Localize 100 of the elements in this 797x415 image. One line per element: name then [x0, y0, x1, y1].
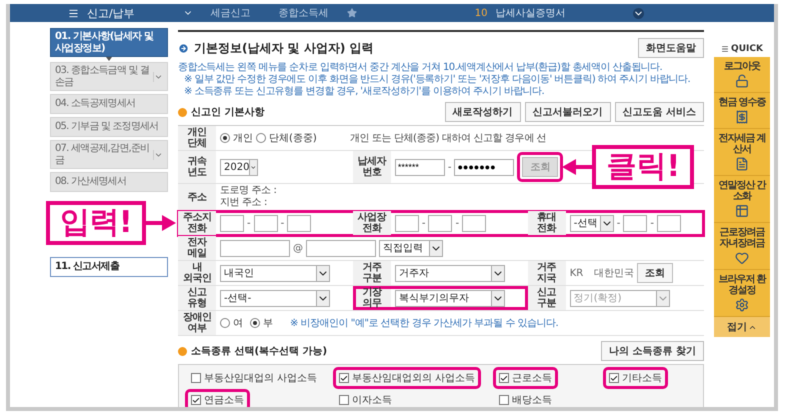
- field-label: 거주 지국: [528, 260, 566, 286]
- text-field[interactable]: [287, 214, 312, 232]
- menu-icon[interactable]: [68, 8, 79, 18]
- field-label: 개인 단체: [178, 126, 216, 150]
- collapse-button[interactable]: 접기: [714, 317, 770, 337]
- breadcrumb-link[interactable]: 세금신고: [200, 6, 261, 20]
- title-bullet-icon: [178, 42, 189, 54]
- text-field[interactable]: [306, 240, 376, 256]
- radio-button[interactable]: [220, 318, 230, 328]
- field-label: 거주 구분: [352, 260, 391, 286]
- nav-step-item[interactable]: 01. 기본사항(납세자 및 사업장정보): [50, 28, 168, 57]
- checkbox-option[interactable]: 연금소득: [185, 389, 250, 407]
- caret-icon: [490, 290, 504, 306]
- text-field[interactable]: [462, 214, 486, 232]
- quick-link[interactable]: 전자세금 계산서: [714, 129, 770, 176]
- action-button[interactable]: 신고서불러오기: [524, 102, 611, 122]
- page-title: 기본정보(납세자 및 사업자) 입력: [194, 40, 374, 56]
- nav-step-item[interactable]: 07. 세액공제,감면,준비금: [50, 140, 168, 169]
- menu-title: 신고/납부: [87, 6, 135, 20]
- select-field[interactable]: 직접입력: [379, 240, 443, 256]
- radio-label: 여: [233, 317, 243, 330]
- quick-link[interactable]: 근로장려금 자녀장려금: [714, 223, 770, 270]
- text-field[interactable]: ●●●●●●●: [454, 158, 514, 176]
- step-number: 10: [474, 8, 488, 18]
- quick-link[interactable]: 연말정산 간소화: [714, 176, 770, 223]
- lock-icon: [735, 74, 749, 88]
- select-field[interactable]: 거주자: [394, 264, 505, 282]
- section-title: 소득종류 선택(복수선택 가능): [191, 345, 328, 358]
- radio-button[interactable]: [250, 318, 260, 328]
- separator-text: -: [650, 218, 654, 228]
- nav-step-item[interactable]: 11. 신고서제출: [50, 257, 168, 277]
- section-bullet-icon: [178, 346, 187, 356]
- caret-icon: [656, 290, 669, 306]
- quick-link[interactable]: 로그아웃: [714, 57, 770, 93]
- checkbox-option[interactable]: 배당소득: [493, 389, 558, 407]
- caret-icon: [600, 216, 613, 230]
- nav-step-item[interactable]: 08. 가산세명세서: [50, 172, 168, 192]
- pointer-arrow: [146, 215, 176, 231]
- caret-icon: [153, 72, 163, 82]
- section-bullet-icon: [178, 108, 187, 116]
- select-field[interactable]: -선택-: [220, 290, 330, 306]
- quick-title: QUICK: [731, 44, 763, 54]
- heart-icon: [735, 251, 749, 265]
- text-field[interactable]: [220, 214, 244, 232]
- breadcrumb-link[interactable]: 종합소득세: [268, 6, 339, 20]
- checkbox[interactable]: [339, 373, 349, 383]
- select-field[interactable]: 내국인: [220, 264, 330, 282]
- checkbox[interactable]: [499, 395, 509, 405]
- checkbox-option[interactable]: 부동산임대업의 사업소득: [185, 367, 324, 389]
- checkbox[interactable]: [191, 373, 201, 383]
- checkbox-option[interactable]: 근로소득: [493, 367, 558, 389]
- radio-button[interactable]: [220, 133, 230, 143]
- text-field[interactable]: ******: [394, 158, 445, 176]
- checkbox[interactable]: [339, 395, 349, 405]
- text-field[interactable]: [656, 214, 681, 232]
- star-icon[interactable]: [346, 8, 357, 18]
- document-icon: [735, 157, 749, 171]
- nav-step-item[interactable]: 04. 소득공제명세서: [50, 94, 168, 114]
- caret-icon: [153, 150, 163, 160]
- quick-link[interactable]: 브라우저 환경설정: [714, 270, 770, 317]
- country-name: 대한민국: [594, 267, 634, 280]
- down-triangle-icon: [106, 57, 112, 61]
- find-income-button[interactable]: 나의 소득종류 찾기: [601, 341, 704, 361]
- checkbox-option[interactable]: 이자소득: [333, 389, 398, 407]
- caret-icon: [316, 266, 329, 280]
- at-sign-text: @: [293, 242, 303, 254]
- radio-button[interactable]: [256, 133, 266, 143]
- callout-label: 입력!: [46, 201, 146, 245]
- address-text: 도로명 주소 :: [220, 185, 278, 197]
- text-field[interactable]: [220, 240, 290, 256]
- text-field[interactable]: [254, 214, 278, 232]
- text-field[interactable]: [428, 214, 452, 232]
- separator-text: -: [455, 218, 460, 228]
- select-field[interactable]: 2020: [220, 158, 258, 176]
- field-label: 사업장 전화: [352, 210, 391, 236]
- select-field[interactable]: -선택: [570, 214, 614, 232]
- action-button[interactable]: 신고도움 서비스: [614, 102, 704, 122]
- nav-step-item[interactable]: 05. 기부금 및 조정명세서: [50, 117, 168, 137]
- quick-link[interactable]: 현금 영수증: [714, 93, 770, 129]
- help-button[interactable]: 화면도움말: [638, 38, 704, 58]
- separator-text: -: [247, 218, 251, 228]
- dropdown-icon[interactable]: [633, 8, 644, 18]
- field-label: 신고 유형: [178, 286, 216, 310]
- receipt-icon: [735, 110, 749, 124]
- select-field[interactable]: 복식부기의무자: [394, 290, 505, 306]
- checkbox[interactable]: [499, 373, 509, 383]
- lookup-button[interactable]: 조회: [637, 263, 674, 283]
- action-button[interactable]: 새로작성하기: [444, 102, 521, 122]
- separator-text: -: [280, 218, 284, 228]
- checkbox-option[interactable]: 부동산임대업외의 사업소득: [333, 367, 482, 389]
- nav-step-item[interactable]: 03. 종합소득금액 및 결손금: [50, 62, 168, 91]
- checkbox[interactable]: [609, 373, 619, 383]
- text-field[interactable]: [623, 214, 648, 232]
- field-label: 납세자 번호: [352, 150, 391, 184]
- field-label: 전자 메일: [178, 236, 216, 260]
- checkbox-option[interactable]: 기타소득: [603, 367, 668, 389]
- checkbox[interactable]: [191, 395, 201, 405]
- text-field[interactable]: [394, 214, 419, 232]
- table-icon: [735, 204, 749, 218]
- radio-label: 부: [263, 317, 273, 330]
